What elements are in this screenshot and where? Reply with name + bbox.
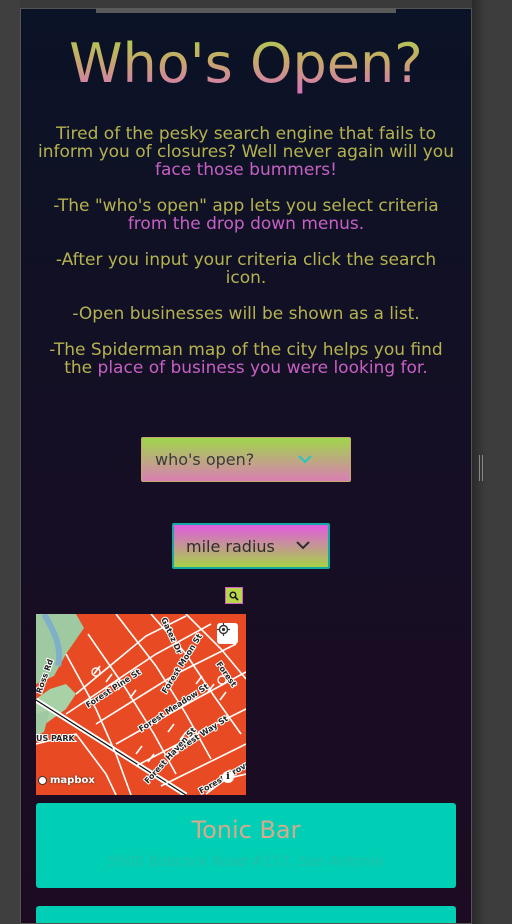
locate-button[interactable] xyxy=(217,623,238,644)
window-left-gutter xyxy=(0,0,20,924)
resize-handle[interactable] xyxy=(479,455,483,481)
mapbox-logo[interactable]: mapbox xyxy=(38,775,95,786)
window-tab-bar xyxy=(96,8,396,13)
result-address: 5500 Babcock Road #117, San Antonio xyxy=(108,854,384,870)
category-select[interactable]: who's open? xyxy=(141,437,351,482)
intro-2-highlight: from the drop down menus. xyxy=(127,214,365,234)
intro-3-text: -After you input your criteria click the… xyxy=(55,250,437,288)
intro-1-highlight: face those bummers! xyxy=(155,160,337,180)
intro-paragraph-1: Tired of the pesky search engine that fa… xyxy=(33,125,459,179)
window-right-gutter xyxy=(472,0,512,924)
radius-select[interactable]: mile radius xyxy=(172,523,330,569)
search-icon xyxy=(229,591,239,601)
result-card[interactable]: Tonic Bar 5500 Babcock Road #117, San An… xyxy=(36,803,456,888)
map-label-park: US PARK xyxy=(36,734,76,743)
intro-paragraph-5: -The Spiderman map of the city helps you… xyxy=(33,341,459,377)
app-panel: Who's Open? Tired of the pesky search en… xyxy=(20,8,472,924)
intro-text: Tired of the pesky search engine that fa… xyxy=(33,125,459,395)
map-tiles: Forest Pine St Forest Meadow St Forest M… xyxy=(36,614,246,795)
city-map[interactable]: Forest Pine St Forest Meadow St Forest M… xyxy=(36,614,246,795)
intro-2-text: -The "who's open" app lets you select cr… xyxy=(53,196,439,216)
intro-5-highlight: place of business you were looking for. xyxy=(97,358,428,378)
crosshair-icon xyxy=(217,623,230,636)
intro-paragraph-3: -After you input your criteria click the… xyxy=(33,251,459,287)
chevron-down-icon xyxy=(296,541,310,550)
search-button[interactable] xyxy=(225,587,243,604)
intro-paragraph-4: -Open businesses will be shown as a list… xyxy=(33,305,459,323)
intro-1-text: Tired of the pesky search engine that fa… xyxy=(38,124,454,162)
mapbox-logo-text: mapbox xyxy=(50,775,95,786)
chevron-down-icon xyxy=(298,455,312,464)
map-info-button[interactable]: i xyxy=(222,771,234,783)
result-card[interactable] xyxy=(36,906,456,923)
mapbox-logo-mark xyxy=(38,776,47,785)
intro-paragraph-2: -The "who's open" app lets you select cr… xyxy=(33,197,459,233)
category-select-value: who's open? xyxy=(155,450,255,469)
intro-4-text: -Open businesses will be shown as a list… xyxy=(72,304,420,324)
page-title: Who's Open? xyxy=(21,29,471,99)
result-name: Tonic Bar xyxy=(191,816,301,844)
radius-select-value: mile radius xyxy=(186,536,275,556)
